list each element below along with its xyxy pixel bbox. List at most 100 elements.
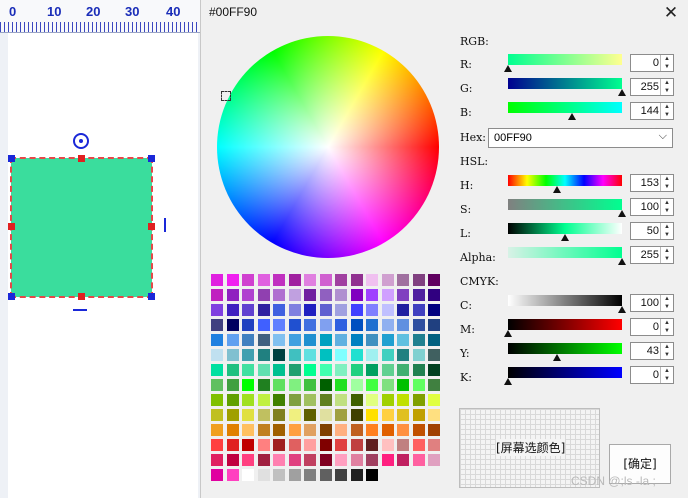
color-swatch[interactable]	[304, 274, 316, 286]
color-swatch[interactable]	[257, 274, 270, 286]
color-swatch[interactable]	[288, 274, 301, 286]
color-swatch[interactable]	[319, 394, 332, 406]
g-spinbox[interactable]: 255 ▲ ▼	[630, 78, 674, 96]
color-swatch[interactable]	[381, 379, 394, 391]
resize-handle-bottom-left[interactable]	[8, 293, 15, 300]
color-swatch[interactable]	[335, 424, 347, 436]
color-swatch[interactable]	[335, 349, 347, 361]
color-swatch[interactable]	[226, 424, 239, 436]
color-swatch[interactable]	[226, 304, 239, 316]
h-slider-thumb[interactable]	[553, 186, 561, 193]
color-swatch[interactable]	[412, 319, 425, 331]
color-swatch[interactable]	[397, 304, 409, 316]
color-swatch[interactable]	[242, 424, 254, 436]
color-swatch[interactable]	[366, 274, 378, 286]
color-swatch[interactable]	[428, 409, 440, 421]
color-swatch[interactable]	[211, 424, 223, 436]
color-swatch[interactable]	[335, 394, 347, 406]
color-swatch[interactable]	[412, 439, 425, 451]
color-swatch[interactable]	[412, 274, 425, 286]
color-swatch[interactable]	[242, 469, 254, 481]
close-icon[interactable]: ✕	[659, 2, 683, 24]
s-slider-thumb[interactable]	[618, 210, 626, 217]
color-swatch[interactable]	[412, 349, 425, 361]
color-swatch[interactable]	[288, 379, 301, 391]
color-swatch[interactable]	[226, 454, 239, 466]
color-swatch[interactable]	[257, 379, 270, 391]
alpha-slider-thumb[interactable]	[618, 258, 626, 265]
color-swatch[interactable]	[242, 409, 254, 421]
m-spinbox[interactable]: 0 ▲ ▼	[630, 318, 674, 336]
color-swatch[interactable]	[412, 364, 425, 376]
color-swatch[interactable]	[211, 334, 223, 346]
color-swatch[interactable]	[273, 394, 285, 406]
color-swatch[interactable]	[273, 469, 285, 481]
color-swatch[interactable]	[428, 424, 440, 436]
color-swatch[interactable]	[350, 304, 363, 316]
r-spinbox[interactable]: 0 ▲ ▼	[630, 54, 674, 72]
color-swatch[interactable]	[242, 289, 254, 301]
color-swatch[interactable]	[428, 274, 440, 286]
c-spinbox[interactable]: 100 ▲ ▼	[630, 294, 674, 312]
color-swatch[interactable]	[397, 394, 409, 406]
color-swatch[interactable]	[397, 319, 409, 331]
color-swatch[interactable]	[366, 409, 378, 421]
spin-arrows-icon[interactable]: ▲ ▼	[660, 319, 673, 335]
color-swatch[interactable]	[304, 349, 316, 361]
color-swatch[interactable]	[319, 469, 332, 481]
color-swatch[interactable]	[350, 349, 363, 361]
color-swatch[interactable]	[273, 409, 285, 421]
alpha-slider-track[interactable]	[508, 247, 622, 258]
color-swatch[interactable]	[428, 319, 440, 331]
chevron-down-icon[interactable]: ⌵	[659, 130, 667, 143]
color-swatch[interactable]	[242, 379, 254, 391]
s-slider-track[interactable]	[508, 199, 622, 210]
color-swatch[interactable]	[273, 349, 285, 361]
color-swatch[interactable]	[226, 364, 239, 376]
color-swatch[interactable]	[381, 409, 394, 421]
color-swatch[interactable]	[288, 394, 301, 406]
color-swatch[interactable]	[381, 304, 394, 316]
k-slider-track[interactable]	[508, 367, 622, 378]
h-spinbox[interactable]: 153 ▲ ▼	[630, 174, 674, 192]
color-swatch[interactable]	[381, 424, 394, 436]
color-swatch[interactable]	[350, 289, 363, 301]
color-swatch[interactable]	[350, 409, 363, 421]
color-swatch[interactable]	[257, 394, 270, 406]
color-swatch[interactable]	[397, 439, 409, 451]
color-swatch[interactable]	[304, 439, 316, 451]
color-swatch[interactable]	[226, 379, 239, 391]
color-swatch[interactable]	[288, 439, 301, 451]
s-spinbox[interactable]: 100 ▲ ▼	[630, 198, 674, 216]
color-swatch[interactable]	[319, 334, 332, 346]
b-slider-track[interactable]	[508, 102, 622, 113]
color-swatch[interactable]	[428, 364, 440, 376]
color-swatch[interactable]	[335, 469, 347, 481]
color-swatch[interactable]	[319, 439, 332, 451]
color-swatch[interactable]	[242, 349, 254, 361]
color-swatch[interactable]	[381, 334, 394, 346]
color-swatch[interactable]	[350, 424, 363, 436]
k-slider-thumb[interactable]	[504, 378, 512, 385]
color-swatch[interactable]	[319, 364, 332, 376]
spin-arrows-icon[interactable]: ▲ ▼	[660, 199, 673, 215]
g-slider-track[interactable]	[508, 78, 622, 89]
color-swatch[interactable]	[242, 439, 254, 451]
color-swatch[interactable]	[273, 424, 285, 436]
color-swatch[interactable]	[335, 364, 347, 376]
color-swatch[interactable]	[350, 364, 363, 376]
color-swatch[interactable]	[304, 409, 316, 421]
color-swatch[interactable]	[335, 304, 347, 316]
color-swatch[interactable]	[366, 454, 378, 466]
color-swatch[interactable]	[257, 424, 270, 436]
color-swatch[interactable]	[366, 334, 378, 346]
color-swatch[interactable]	[242, 274, 254, 286]
color-swatch[interactable]	[428, 289, 440, 301]
color-swatch[interactable]	[304, 379, 316, 391]
color-swatch[interactable]	[381, 274, 394, 286]
color-swatch[interactable]	[242, 394, 254, 406]
spin-arrows-icon[interactable]: ▲ ▼	[660, 103, 673, 119]
color-swatch[interactable]	[304, 424, 316, 436]
color-swatch[interactable]	[273, 454, 285, 466]
color-swatch[interactable]	[273, 364, 285, 376]
